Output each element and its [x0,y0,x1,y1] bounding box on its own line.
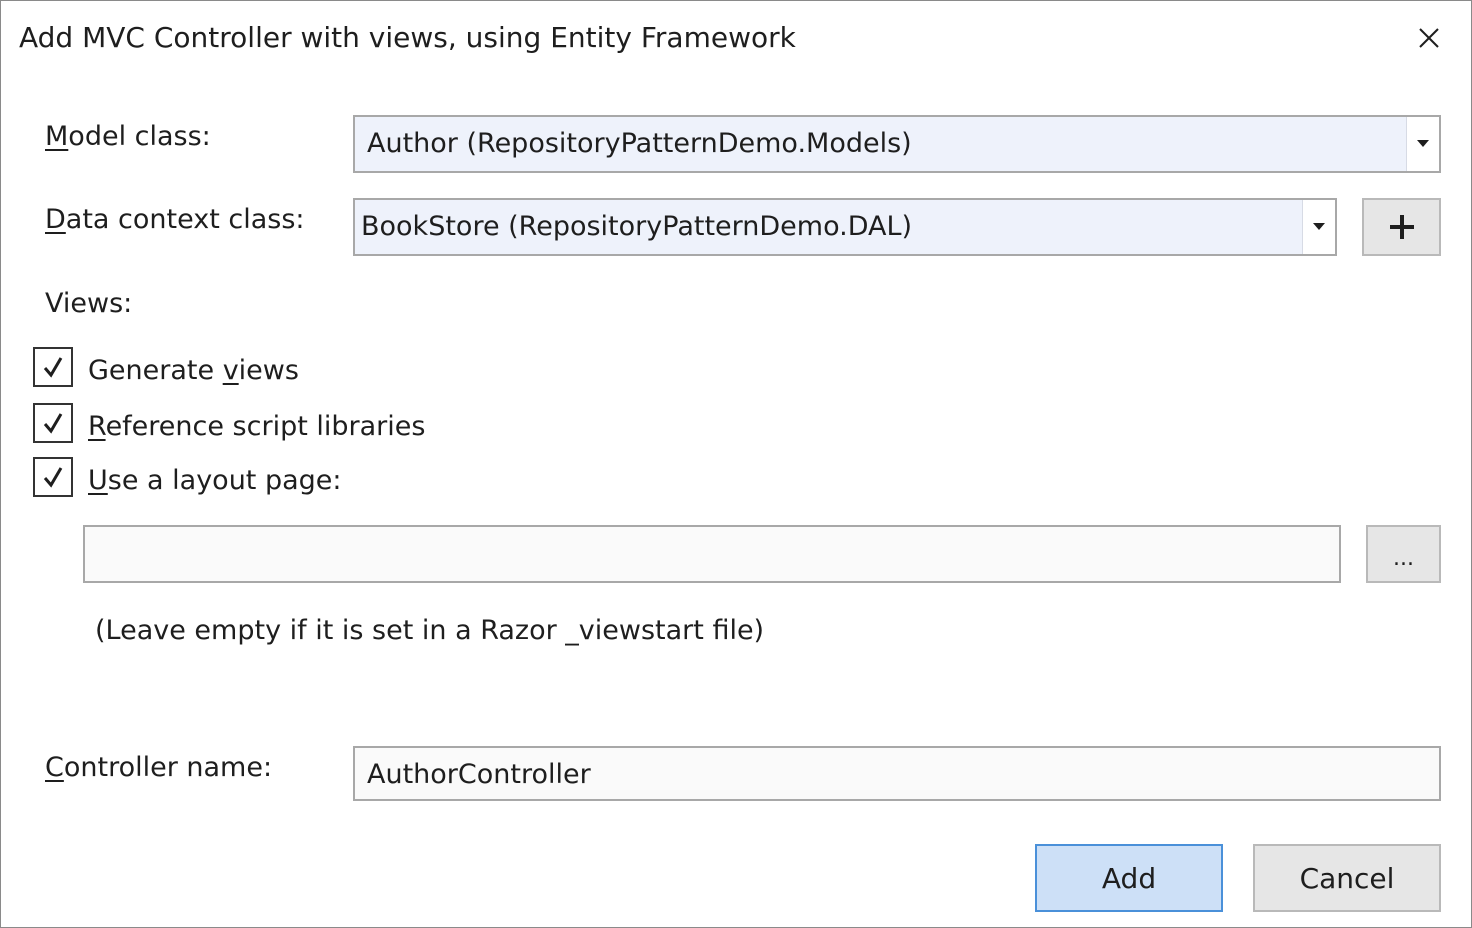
model-class-label: Model class: [45,119,211,155]
close-button[interactable] [1409,19,1449,57]
model-class-dropdown[interactable]: Author (RepositoryPatternDemo.Models) [353,115,1441,173]
generate-views-label-post: iews [238,355,299,386]
generate-views-mnemonic: v [222,355,239,386]
dialog-title: Add MVC Controller with views, using Ent… [19,21,796,54]
chevron-down-icon [1313,223,1325,230]
add-button[interactable]: Add [1035,844,1223,912]
controller-name-label-text: ontroller name: [63,752,273,783]
reference-script-libraries-checkbox[interactable] [33,403,73,443]
data-context-class-label: Data context class: [45,202,305,238]
checkmark-icon [43,357,63,378]
checkmark-icon [43,413,63,434]
use-layout-page-checkbox[interactable] [33,457,73,497]
use-layout-page-mnemonic: U [88,465,108,496]
use-layout-page-label-post: se a layout page: [107,465,342,496]
model-class-label-text: odel class: [68,121,211,152]
controller-name-label: Controller name: [45,750,272,786]
close-icon [1419,28,1439,48]
generate-views-checkbox[interactable] [33,347,73,387]
plus-icon [1389,215,1414,239]
data-context-class-value: BookStore (RepositoryPatternDemo.DAL) [361,211,913,242]
data-context-class-dropdown-arrow[interactable] [1302,200,1335,254]
model-class-dropdown-arrow[interactable] [1406,117,1439,171]
data-context-class-dropdown[interactable]: BookStore (RepositoryPatternDemo.DAL) [353,198,1337,256]
controller-name-mnemonic: C [45,752,64,783]
controller-name-input[interactable]: AuthorController [353,746,1441,801]
reference-script-libraries-mnemonic: R [88,411,106,442]
generate-views-label-pre: Generate [88,355,223,386]
checkmark-icon [43,467,63,488]
generate-views-label[interactable]: Generate views [88,353,299,389]
views-heading: Views: [45,288,133,319]
model-class-mnemonic: M [45,121,69,152]
data-context-class-label-text: ata context class: [65,204,305,235]
reference-script-libraries-label-post: eference script libraries [105,411,426,442]
controller-name-value: AuthorController [367,759,591,790]
add-mvc-controller-dialog: Add MVC Controller with views, using Ent… [0,0,1472,928]
add-data-context-button[interactable] [1362,198,1441,256]
model-class-value: Author (RepositoryPatternDemo.Models) [367,128,912,159]
browse-layout-button[interactable]: ... [1366,525,1441,583]
data-context-class-mnemonic: D [45,204,66,235]
chevron-down-icon [1417,140,1429,147]
use-layout-page-label[interactable]: Use a layout page: [88,463,342,499]
layout-page-path-input[interactable] [83,525,1341,583]
layout-page-hint: (Leave empty if it is set in a Razor _vi… [95,615,765,646]
reference-script-libraries-label[interactable]: Reference script libraries [88,409,425,445]
cancel-button[interactable]: Cancel [1253,844,1441,912]
